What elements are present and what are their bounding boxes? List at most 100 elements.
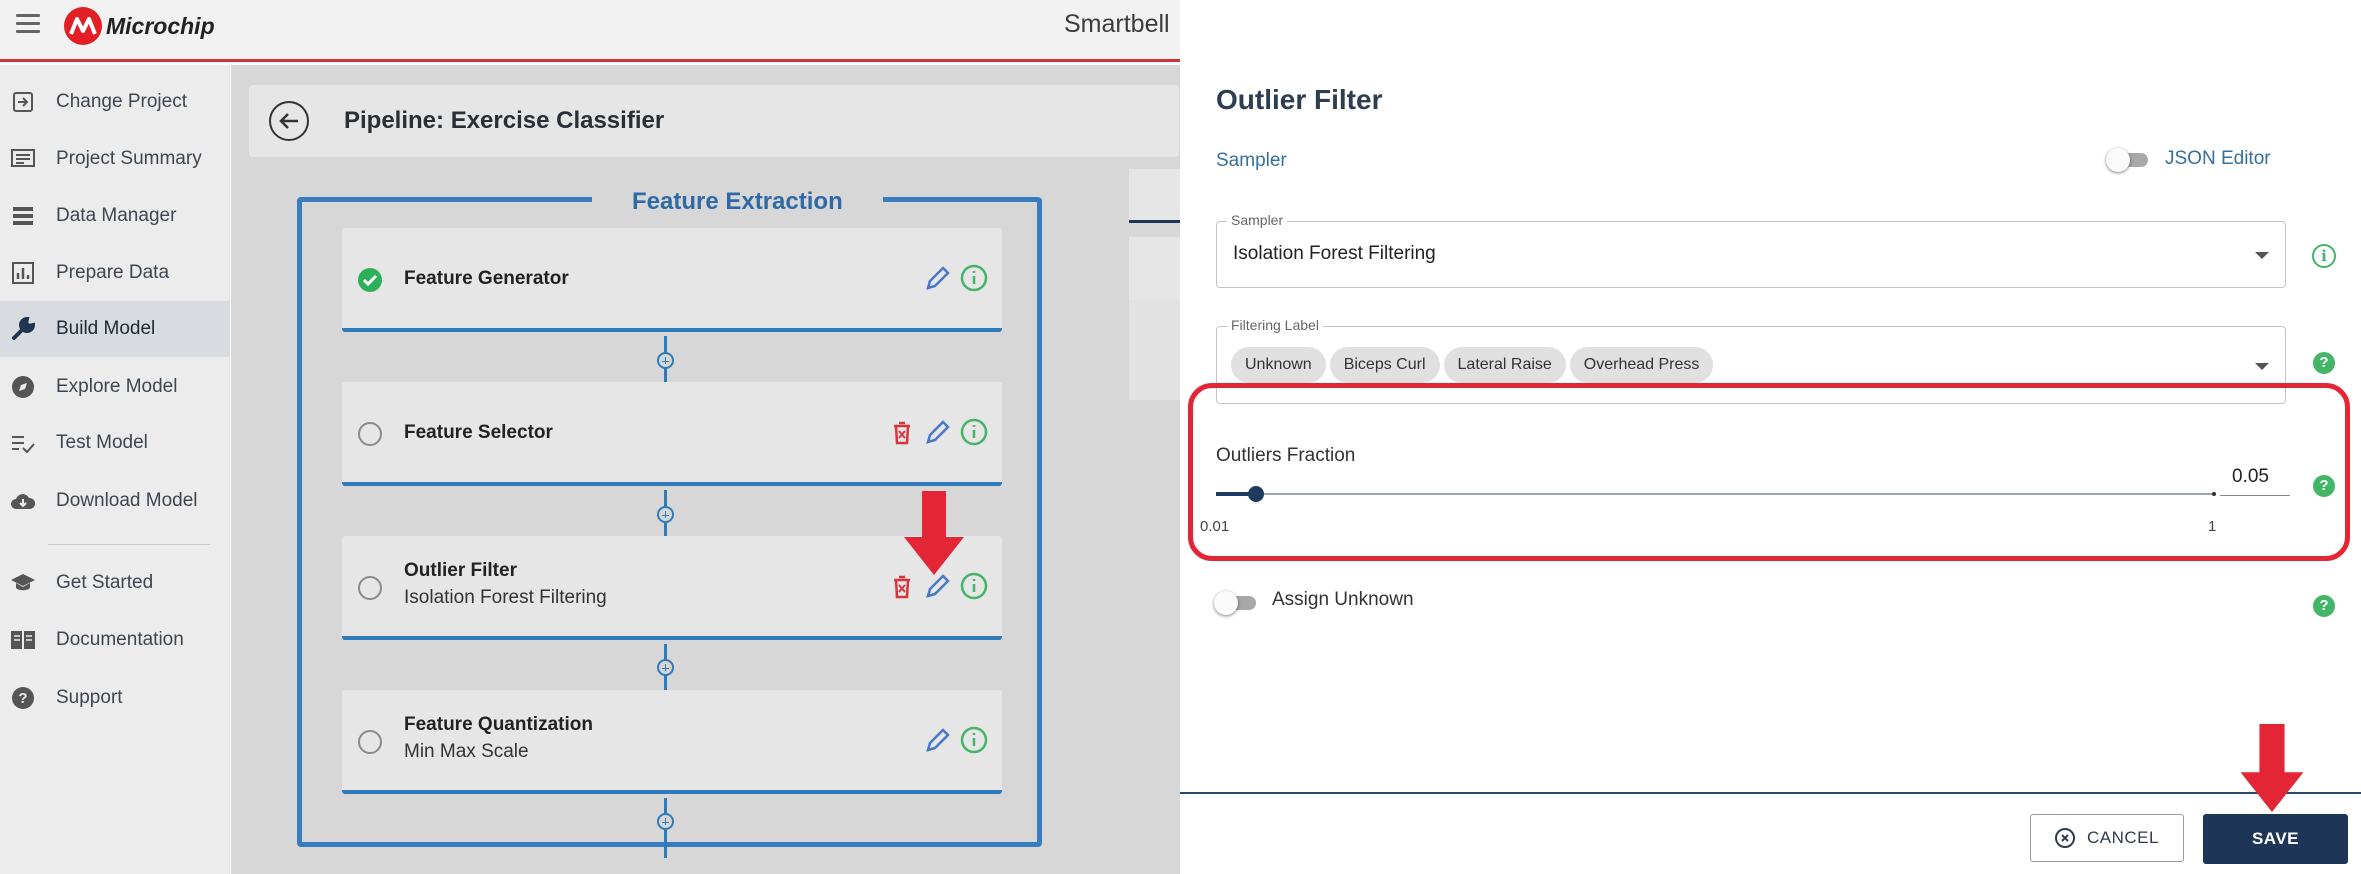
brand-logo[interactable]: Microchip: [64, 6, 215, 46]
assign-unknown-toggle[interactable]: [1214, 591, 1258, 615]
sidebar-divider: [48, 544, 210, 545]
sidebar-item-get-started[interactable]: Get Started: [0, 555, 230, 611]
delete-trash-icon[interactable]: [888, 418, 916, 446]
add-step-plus-icon[interactable]: [657, 506, 674, 523]
json-editor-toggle[interactable]: [2106, 148, 2150, 172]
step-title: Outlier Filter: [404, 560, 517, 581]
pipeline-step-feature-generator[interactable]: Feature Generator: [342, 228, 1002, 332]
drawer-subtitle: Sampler: [1216, 150, 1287, 171]
sidebar-item-label: Documentation: [56, 629, 184, 650]
change-project-icon: [10, 89, 36, 115]
top-bar: Microchip Smartbell: [0, 0, 1180, 62]
footer-divider: [1180, 792, 2361, 794]
pipeline-step-outlier-filter[interactable]: Outlier Filter Isolation Forest Filterin…: [342, 536, 1002, 640]
help-icon: ?: [10, 685, 36, 711]
chip[interactable]: Biceps Curl: [1329, 347, 1440, 383]
step-title: Feature Generator: [404, 268, 569, 289]
outliers-fraction-label: Outliers Fraction: [1216, 445, 1356, 466]
edit-pencil-icon[interactable]: [924, 418, 952, 446]
annotation-arrow-icon: [904, 491, 964, 575]
prepare-data-icon: [10, 260, 36, 286]
sidebar-item-support[interactable]: ? Support: [0, 670, 230, 726]
cancel-label: CANCEL: [2087, 828, 2159, 847]
sidebar-item-label: Prepare Data: [56, 262, 170, 283]
outliers-fraction-slider-thumb[interactable]: [1248, 486, 1264, 502]
sidebar-item-documentation[interactable]: Documentation: [0, 612, 230, 668]
sidebar-item-download-model[interactable]: Download Model: [0, 473, 230, 529]
chip[interactable]: Unknown: [1231, 347, 1326, 383]
help-icon[interactable]: ?: [2313, 475, 2335, 497]
step-actions: [924, 726, 988, 754]
step-title: Feature Selector: [404, 422, 553, 443]
hamburger-menu-icon[interactable]: [16, 14, 40, 34]
sidebar-item-label: Explore Model: [56, 376, 178, 397]
step-actions: [888, 418, 988, 446]
section-title: Feature Extraction: [592, 188, 883, 216]
json-editor-label: JSON Editor: [2165, 148, 2271, 169]
chevron-down-icon: [2255, 363, 2269, 370]
microchip-logo-icon: [64, 7, 102, 45]
brand-name: Microchip: [106, 12, 215, 39]
pipeline-header: Pipeline: Exercise Classifier: [249, 85, 1179, 157]
sampler-value: Isolation Forest Filtering: [1233, 243, 1436, 264]
side-panel: [1129, 300, 1181, 400]
toggle-knob: [2106, 148, 2130, 172]
sidebar-item-change-project[interactable]: Change Project: [0, 74, 230, 130]
sidebar-item-test-model[interactable]: Test Model: [0, 415, 230, 471]
completed-check-icon: [358, 268, 382, 292]
side-tab[interactable]: [1129, 169, 1181, 223]
sidebar-item-label: Get Started: [56, 572, 154, 593]
annotation-arrow-icon: [2240, 724, 2304, 812]
annotation-highlight-box: [1188, 383, 2350, 561]
book-icon: [10, 627, 36, 653]
save-button[interactable]: SAVE: [2203, 814, 2348, 864]
sidebar-item-explore-model[interactable]: Explore Model: [0, 359, 230, 415]
outliers-fraction-slider-track[interactable]: [1216, 493, 2216, 495]
arrow-left-icon: [279, 113, 298, 129]
add-step-plus-icon[interactable]: [657, 813, 674, 830]
chip[interactable]: Overhead Press: [1569, 347, 1714, 383]
sidebar-item-project-summary[interactable]: Project Summary: [0, 131, 230, 187]
slider-end-marker: [2212, 492, 2216, 496]
sidebar-item-build-model[interactable]: Build Model: [0, 301, 230, 357]
outliers-fraction-input[interactable]: 0.05: [2220, 462, 2290, 496]
pipeline-step-feature-selector[interactable]: Feature Selector: [342, 382, 1002, 486]
step-radio-icon: [358, 422, 382, 446]
assign-unknown-label: Assign Unknown: [1272, 589, 1414, 610]
sampler-select[interactable]: Sampler Isolation Forest Filtering: [1216, 212, 2286, 288]
edit-pencil-icon[interactable]: [924, 264, 952, 292]
add-step-plus-icon[interactable]: [657, 352, 674, 369]
info-icon[interactable]: i: [2312, 244, 2336, 268]
sidebar-item-prepare-data[interactable]: Prepare Data: [0, 245, 230, 301]
sidebar-item-data-manager[interactable]: Data Manager: [0, 188, 230, 244]
add-step-plus-icon[interactable]: [657, 659, 674, 676]
pipeline-step-feature-quantization[interactable]: Feature Quantization Min Max Scale: [342, 690, 1002, 794]
step-radio-icon: [358, 730, 382, 754]
selected-chips: Unknown Biceps Curl Lateral Raise Overhe…: [1231, 347, 1717, 383]
delete-trash-icon[interactable]: [888, 572, 916, 600]
info-icon[interactable]: [960, 418, 988, 446]
graduation-cap-icon: [10, 570, 36, 596]
sidebar-item-label: Build Model: [56, 318, 156, 339]
back-button[interactable]: [269, 101, 309, 141]
toggle-knob: [1214, 591, 1238, 615]
chip[interactable]: Lateral Raise: [1443, 347, 1566, 383]
cancel-button[interactable]: CANCEL: [2030, 814, 2184, 862]
slider-min-label: 0.01: [1200, 518, 1230, 535]
help-icon[interactable]: ?: [2313, 352, 2335, 374]
info-icon[interactable]: [960, 726, 988, 754]
edit-pencil-icon[interactable]: [924, 726, 952, 754]
edit-pencil-icon[interactable]: [924, 572, 952, 600]
field-label: Sampler: [1227, 212, 1288, 228]
app-title: Smartbell: [1064, 10, 1170, 38]
sidebar-item-label: Project Summary: [56, 148, 202, 169]
field-label: Filtering Label: [1227, 317, 1323, 333]
cloud-download-icon: [10, 488, 36, 514]
help-icon[interactable]: ?: [2313, 595, 2335, 617]
info-icon[interactable]: [960, 264, 988, 292]
sidebar-item-label: Data Manager: [56, 205, 177, 226]
info-icon[interactable]: [960, 572, 988, 600]
main-content: Pipeline: Exercise Classifier Feature Ex…: [231, 65, 1181, 874]
step-actions: [888, 572, 988, 600]
pipeline-title: Pipeline: Exercise Classifier: [344, 107, 665, 134]
